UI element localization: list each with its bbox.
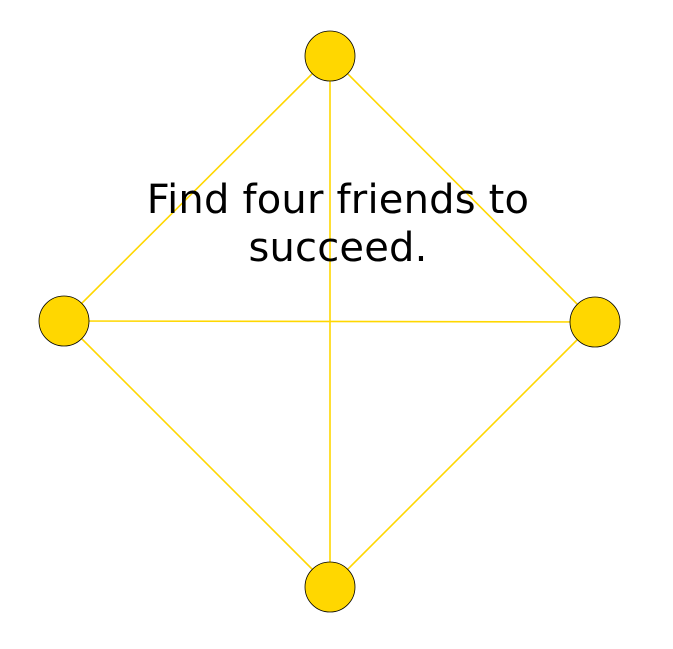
edge-right-bottom xyxy=(329,321,596,588)
edge-left-right xyxy=(63,320,596,323)
caption: Find four friends to succeed. xyxy=(88,176,588,272)
node-right xyxy=(569,296,621,348)
caption-line-2: succeed. xyxy=(248,225,428,271)
caption-line-1: Find four friends to xyxy=(146,177,530,223)
edges-layer xyxy=(63,55,596,588)
node-left xyxy=(38,295,90,347)
friendship-graph xyxy=(38,30,621,613)
node-bottom xyxy=(304,561,356,613)
edge-left-bottom xyxy=(63,320,331,588)
node-top xyxy=(304,30,356,82)
